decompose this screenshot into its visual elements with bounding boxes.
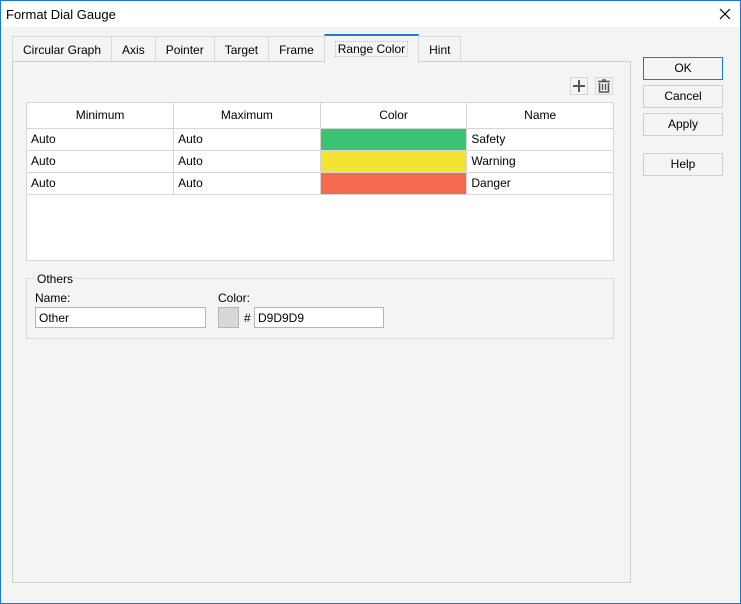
color-swatch bbox=[320, 128, 467, 150]
cell-color[interactable] bbox=[319, 149, 468, 173]
ok-button[interactable]: OK bbox=[643, 57, 723, 80]
tab-frame[interactable]: Frame bbox=[268, 36, 325, 62]
cell-minimum[interactable]: Auto bbox=[27, 127, 175, 151]
color-swatch bbox=[320, 172, 467, 194]
hash-label: # bbox=[244, 311, 251, 325]
column-header-maximum[interactable]: Maximum bbox=[173, 103, 321, 129]
help-button[interactable]: Help bbox=[643, 153, 723, 176]
cell-name[interactable]: Warning bbox=[466, 149, 614, 173]
range-color-panel: Minimum Maximum Color Name Auto Auto Saf… bbox=[12, 61, 631, 583]
cell-maximum[interactable]: Auto bbox=[173, 127, 321, 151]
range-color-grid: Minimum Maximum Color Name Auto Auto Saf… bbox=[26, 102, 614, 261]
tab-label: Range Color bbox=[334, 41, 409, 57]
plus-icon bbox=[573, 80, 585, 92]
other-color-swatch[interactable] bbox=[218, 307, 239, 328]
cell-minimum[interactable]: Auto bbox=[27, 171, 175, 195]
tab-label: Circular Graph bbox=[23, 42, 102, 57]
others-group: Others Name: Color: # bbox=[26, 272, 614, 339]
close-icon bbox=[719, 8, 731, 20]
cell-color[interactable] bbox=[319, 127, 468, 151]
cell-name[interactable]: Safety bbox=[466, 127, 614, 151]
table-row[interactable]: Auto Auto Warning bbox=[27, 149, 614, 173]
trash-icon bbox=[598, 79, 610, 93]
column-header-name[interactable]: Name bbox=[466, 103, 614, 129]
tab-label: Hint bbox=[429, 42, 451, 57]
cell-color[interactable] bbox=[319, 171, 468, 195]
column-header-color[interactable]: Color bbox=[319, 103, 468, 129]
tab-label: Pointer bbox=[165, 42, 204, 57]
color-label: Color: bbox=[218, 291, 251, 305]
range-table: Minimum Maximum Color Name Auto Auto Saf… bbox=[27, 103, 614, 195]
cell-name[interactable]: Danger bbox=[466, 171, 614, 195]
table-row[interactable]: Auto Auto Safety bbox=[27, 127, 614, 151]
tab-hint[interactable]: Hint bbox=[418, 36, 462, 62]
cell-maximum[interactable]: Auto bbox=[173, 149, 321, 173]
cell-maximum[interactable]: Auto bbox=[173, 171, 321, 195]
cell-minimum[interactable]: Auto bbox=[27, 149, 175, 173]
tab-pointer[interactable]: Pointer bbox=[154, 36, 215, 62]
tab-strip: Circular Graph Axis Pointer Target Frame… bbox=[12, 34, 462, 63]
tab-axis[interactable]: Axis bbox=[111, 36, 156, 62]
other-name-input[interactable] bbox=[35, 307, 206, 328]
table-header-row: Minimum Maximum Color Name bbox=[27, 103, 614, 129]
name-label: Name: bbox=[35, 291, 71, 305]
tab-target[interactable]: Target bbox=[213, 36, 270, 62]
other-color-hex-input[interactable] bbox=[254, 307, 384, 328]
tab-label: Axis bbox=[122, 42, 145, 57]
add-range-button[interactable] bbox=[570, 77, 588, 95]
cancel-button[interactable]: Cancel bbox=[643, 85, 723, 108]
apply-button[interactable]: Apply bbox=[643, 113, 723, 136]
column-header-minimum[interactable]: Minimum bbox=[27, 103, 175, 129]
tab-range-color[interactable]: Range Color bbox=[323, 34, 420, 63]
window-title: Format Dial Gauge bbox=[6, 7, 116, 22]
title-bar: Format Dial Gauge bbox=[1, 1, 740, 27]
tab-circular-graph[interactable]: Circular Graph bbox=[12, 36, 113, 62]
color-swatch bbox=[320, 150, 467, 172]
others-legend: Others bbox=[35, 272, 76, 286]
tab-label: Frame bbox=[279, 42, 314, 57]
table-row[interactable]: Auto Auto Danger bbox=[27, 171, 614, 195]
delete-range-button[interactable] bbox=[595, 77, 613, 95]
close-button[interactable] bbox=[710, 1, 740, 27]
format-dial-gauge-dialog: Format Dial Gauge Circular Graph Axis Po… bbox=[0, 0, 741, 604]
tab-label: Target bbox=[224, 42, 259, 57]
